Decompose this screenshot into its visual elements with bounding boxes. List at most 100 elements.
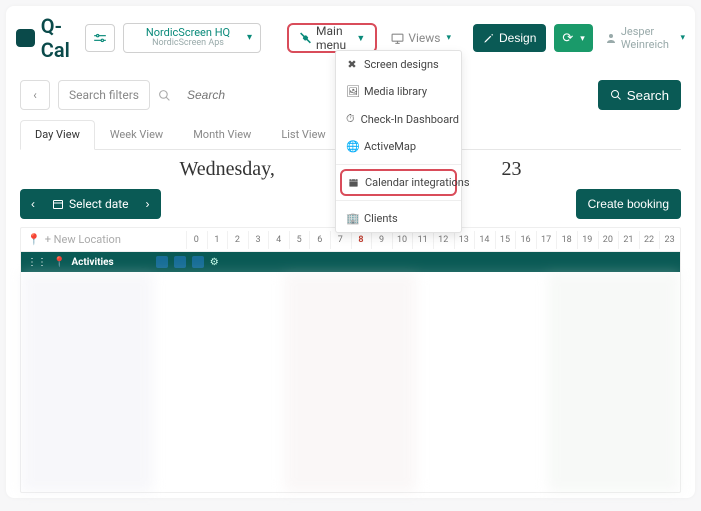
menu-label: ActiveMap (364, 140, 416, 153)
hour-13: 13 (454, 235, 475, 245)
menu-item-media-library[interactable]: 🖼 Media library (336, 78, 461, 105)
search-button-label: Search (627, 88, 669, 103)
date-picker: ‹ Select date › (20, 189, 161, 219)
hour-2: 2 (227, 235, 248, 245)
tab-label: List View (281, 128, 325, 141)
hour-21: 21 (618, 235, 639, 245)
hour-8: 8 (351, 235, 372, 245)
calendar-icon (348, 177, 359, 188)
caret-down-icon: ▾ (680, 33, 685, 43)
new-location-label: + New Location (45, 233, 121, 246)
search-filters-label: Search filters (69, 88, 139, 102)
user-name: Jesper Weinreich (621, 25, 675, 51)
grip-icon[interactable]: ⋮⋮ (27, 257, 47, 268)
hour-0: 0 (186, 235, 207, 245)
menu-item-activemap[interactable]: 🌐 ActiveMap (336, 133, 461, 160)
hour-6: 6 (309, 235, 330, 245)
menu-item-checkin-dashboard[interactable]: ⏱ Check-In Dashboard (336, 105, 461, 133)
user-icon (605, 32, 617, 44)
search-icon (610, 89, 622, 101)
hour-5: 5 (289, 235, 310, 245)
select-date-button[interactable]: Select date (46, 197, 135, 211)
caret-down-icon: ▼ (356, 33, 365, 44)
tab-label: Week View (110, 128, 163, 141)
search-filters-box[interactable]: Search filters (58, 80, 150, 110)
tab-week-view[interactable]: Week View (95, 120, 178, 149)
divider (336, 200, 461, 201)
settings-icon-button[interactable] (85, 24, 115, 52)
gauge-icon: ⏱ (346, 112, 355, 126)
hour-10: 10 (392, 235, 413, 245)
date-next-button[interactable]: › (135, 189, 161, 219)
layout-icon: ✖ (346, 58, 358, 71)
tab-label: Day View (35, 128, 80, 141)
menu-label: Media library (364, 85, 427, 98)
activities-bar: ⋮⋮ 📍 Activities ⚙ (21, 252, 680, 272)
date-heading-prefix: Wednesday, (179, 158, 274, 180)
menu-label: Check-In Dashboard (361, 113, 459, 126)
filter-chip[interactable] (174, 256, 186, 268)
hour-19: 19 (577, 235, 598, 245)
select-date-label: Select date (69, 197, 129, 211)
hour-22: 22 (639, 235, 660, 245)
new-location-button[interactable]: 📍 + New Location (21, 233, 186, 246)
menu-item-clients[interactable]: 🏢 Clients (336, 205, 461, 232)
hour-20: 20 (598, 235, 619, 245)
brand-logo: Q-Cal (16, 14, 77, 62)
hour-3: 3 (248, 235, 269, 245)
user-menu[interactable]: Jesper Weinreich ▾ (605, 25, 685, 51)
menu-item-calendar-integrations[interactable]: Calendar integrations (340, 169, 457, 196)
calendar-grid: 📍 + New Location 01234567891011121314151… (20, 227, 681, 493)
hour-17: 17 (536, 235, 557, 245)
hour-14: 14 (474, 235, 495, 245)
tab-month-view[interactable]: Month View (178, 120, 266, 149)
sliders-icon (93, 31, 107, 45)
hour-4: 4 (268, 235, 289, 245)
hour-16: 16 (515, 235, 536, 245)
design-label: Design (499, 31, 536, 45)
image-icon: 🖼 (346, 85, 358, 98)
map-pin-icon: 📍 (53, 257, 65, 268)
brand-name: Q-Cal (41, 14, 77, 62)
back-button[interactable]: ‹ (20, 80, 50, 110)
menu-label: Screen designs (364, 58, 439, 71)
hour-18: 18 (556, 235, 577, 245)
hour-11: 11 (412, 235, 433, 245)
filter-chip[interactable] (192, 256, 204, 268)
map-icon: 🌐 (346, 140, 358, 153)
tools-icon (299, 32, 312, 45)
activities-label: Activities (71, 257, 113, 268)
create-booking-button[interactable]: Create booking (576, 189, 681, 219)
calendar-content-blurred (21, 272, 680, 492)
tab-list-view[interactable]: List View (266, 120, 340, 149)
menu-label: Clients (364, 212, 398, 225)
design-button[interactable]: Design (473, 24, 546, 52)
create-booking-label: Create booking (588, 197, 669, 211)
main-menu-dropdown: ✖ Screen designs 🖼 Media library ⏱ Check… (335, 50, 462, 233)
search-button[interactable]: Search (598, 80, 681, 110)
monitor-icon (391, 32, 404, 45)
date-prev-button[interactable]: ‹ (20, 189, 46, 219)
hour-7: 7 (330, 235, 351, 245)
main-menu-label: Main menu (316, 24, 350, 52)
chevron-left-icon: ‹ (33, 88, 37, 102)
refresh-button[interactable]: ⟳ ▾ (554, 24, 592, 52)
tab-day-view[interactable]: Day View (20, 120, 95, 150)
chevron-right-icon: › (146, 197, 150, 211)
views-button[interactable]: Views ▾ (385, 23, 457, 53)
hour-12: 12 (433, 235, 454, 245)
gear-icon[interactable]: ⚙ (210, 257, 219, 268)
pencil-icon (483, 33, 494, 44)
main-menu-button[interactable]: Main menu ▼ (287, 23, 377, 53)
chevron-left-icon: ‹ (31, 197, 35, 211)
building-icon: 🏢 (346, 212, 358, 225)
org-selector[interactable]: NordicScreen HQ NordicScreen Aps (123, 23, 261, 53)
divider (336, 164, 461, 165)
menu-item-screen-designs[interactable]: ✖ Screen designs (336, 51, 461, 78)
filter-chip[interactable] (156, 256, 168, 268)
map-pin-icon: 📍 (27, 233, 41, 246)
hour-23: 23 (659, 235, 680, 245)
org-sub: NordicScreen Aps (138, 39, 238, 49)
brand-mark-icon (16, 29, 35, 47)
tab-label: Month View (193, 128, 251, 141)
